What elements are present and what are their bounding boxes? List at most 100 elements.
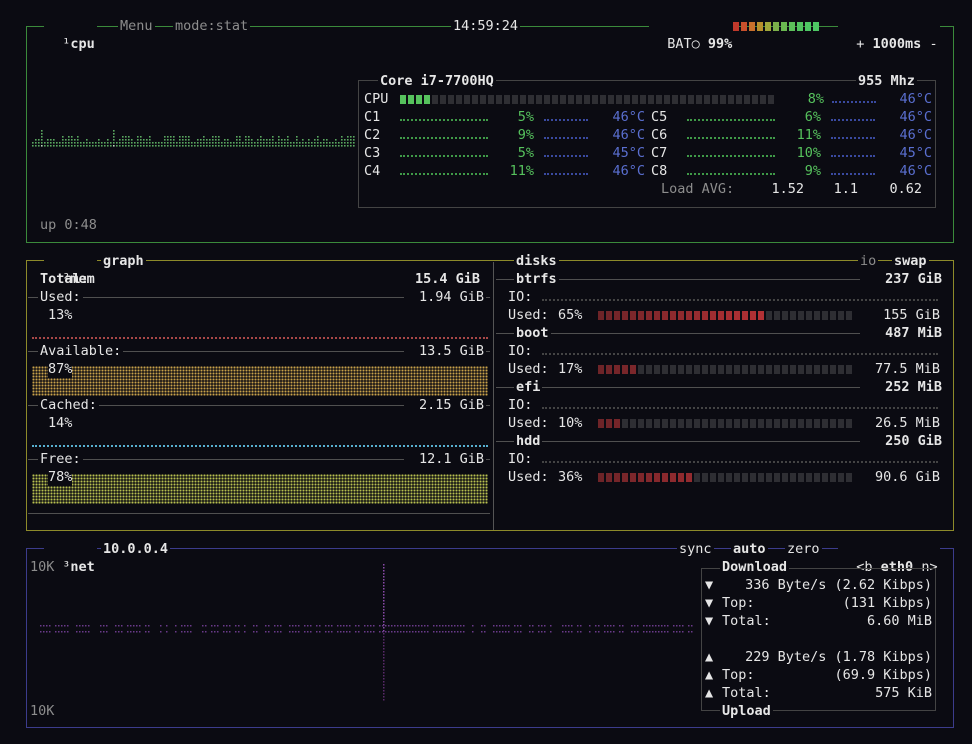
cpu-graph-dot bbox=[281, 139, 283, 141]
mem-cached-percent: 14% bbox=[48, 415, 73, 431]
cpu-graph-dot bbox=[260, 145, 262, 147]
cpu-graph-dot bbox=[194, 145, 196, 147]
meter-cell bbox=[678, 311, 684, 320]
cpu-graph-dot bbox=[41, 130, 43, 132]
cpu-graph-dot bbox=[353, 145, 355, 147]
net-graph-dot bbox=[274, 631, 276, 633]
net-graph-dot bbox=[337, 631, 339, 633]
cpu-graph-dot bbox=[113, 136, 115, 138]
load-avg-15: 0.62 bbox=[889, 181, 922, 197]
net-graph-dot bbox=[457, 631, 459, 633]
net-graph-dot bbox=[175, 631, 177, 633]
menu-button[interactable]: Menu bbox=[118, 17, 155, 35]
meter-cell bbox=[726, 365, 732, 374]
cpu-graph-dot bbox=[257, 145, 259, 147]
net-graph-dot bbox=[316, 631, 318, 633]
cpu-graph-dot bbox=[239, 139, 241, 141]
meter-cell bbox=[766, 311, 772, 320]
net-graph-dot bbox=[61, 631, 63, 633]
net-graph-dot bbox=[658, 631, 660, 633]
meter-cell bbox=[694, 419, 700, 428]
cpu-tab[interactable]: ¹cpu bbox=[44, 17, 97, 53]
meter-cell bbox=[822, 473, 828, 482]
net-graph-dot bbox=[415, 625, 417, 627]
cpu-graph-dot bbox=[185, 139, 187, 141]
net-graph-dot bbox=[130, 631, 132, 633]
cpu-total-percent: 8% bbox=[807, 91, 824, 107]
meter-cell bbox=[614, 365, 620, 374]
cpu-graph-dot bbox=[239, 145, 241, 147]
cpu-graph-dot bbox=[197, 142, 199, 144]
net-auto-button[interactable]: auto bbox=[731, 540, 768, 558]
net-graph-dot bbox=[76, 631, 78, 633]
net-graph-dot bbox=[676, 631, 678, 633]
io-toggle[interactable]: io bbox=[858, 252, 879, 270]
cpu-graph-dot bbox=[284, 139, 286, 141]
cpu-graph-dot bbox=[62, 136, 64, 138]
cpu-graph-dot bbox=[188, 142, 190, 144]
net-traffic-graph bbox=[40, 564, 693, 701]
net-graph-dot bbox=[319, 631, 321, 633]
net-graph-dot bbox=[505, 625, 507, 627]
cpu-graph-dot bbox=[317, 139, 319, 141]
net-graph-dot bbox=[652, 631, 654, 633]
net-ip-address: 10.0.0.4 bbox=[101, 540, 171, 558]
cpu-graph-dot bbox=[290, 142, 292, 144]
meter-cell bbox=[632, 95, 638, 104]
net-graph-dot bbox=[364, 625, 366, 627]
net-graph-dot bbox=[613, 625, 615, 627]
cpu-graph-dot bbox=[206, 142, 208, 144]
cpu-graph-dot bbox=[269, 142, 271, 144]
meter-cell bbox=[622, 311, 628, 320]
net-graph-dot bbox=[607, 631, 609, 633]
cpu-graph-dot bbox=[146, 145, 148, 147]
disk-used-meter bbox=[598, 365, 852, 374]
cpu-graph-dot bbox=[125, 142, 127, 144]
net-sync-button[interactable]: sync bbox=[677, 540, 714, 558]
mem-graph-toggle[interactable]: graph bbox=[101, 252, 146, 270]
cpu-graph-dot bbox=[173, 145, 175, 147]
net-graph-spike-dot bbox=[383, 603, 385, 605]
net-graph-dot bbox=[493, 631, 495, 633]
upload-top-label: Top: bbox=[722, 667, 755, 683]
mem-disks-divider bbox=[493, 262, 494, 530]
swap-toggle[interactable]: swap bbox=[892, 252, 929, 270]
cpu-graph-dot bbox=[179, 142, 181, 144]
meter-cell bbox=[774, 365, 780, 374]
net-graph-dot bbox=[304, 631, 306, 633]
cpu-graph-dot bbox=[296, 145, 298, 147]
meter-cell bbox=[662, 419, 668, 428]
download-arrow-icon: ▼ bbox=[705, 577, 714, 593]
cpu-graph-dot bbox=[83, 142, 85, 144]
net-graph-spike-dot bbox=[383, 660, 385, 662]
disk-used-meter bbox=[598, 473, 852, 482]
cpu-graph-dot bbox=[275, 145, 277, 147]
download-top-value: (131 Kibps) bbox=[842, 595, 932, 611]
meter-cell bbox=[694, 311, 700, 320]
cpu-graph-dot bbox=[287, 142, 289, 144]
cpu-graph-dot bbox=[128, 145, 130, 147]
interval-minus-button[interactable]: - bbox=[929, 36, 937, 52]
cpu-graph-dot bbox=[170, 142, 172, 144]
mode-stat-button[interactable]: mode:stat bbox=[173, 17, 251, 35]
meter-cell bbox=[782, 311, 788, 320]
meter-cell bbox=[782, 473, 788, 482]
net-graph-spike-dot bbox=[383, 654, 385, 656]
disks-tab[interactable]: disks bbox=[514, 252, 559, 270]
net-zero-button[interactable]: zero bbox=[785, 540, 822, 558]
meter-cell bbox=[622, 365, 628, 374]
clock: 14:59:24 bbox=[451, 17, 521, 35]
mem-free-percent: 78% bbox=[48, 468, 73, 486]
net-graph-dot bbox=[505, 631, 507, 633]
disk-name: hdd bbox=[514, 432, 543, 450]
cpu-graph-dot bbox=[125, 136, 127, 138]
net-graph-dot bbox=[472, 625, 474, 627]
net-graph-dot bbox=[67, 631, 69, 633]
meter-cell bbox=[822, 365, 828, 374]
interval-plus-button[interactable]: + bbox=[856, 36, 864, 52]
net-graph-dot bbox=[484, 631, 486, 633]
cpu-graph-dot bbox=[344, 142, 346, 144]
cpu-graph-dot bbox=[335, 142, 337, 144]
meter-cell bbox=[536, 95, 542, 104]
cpu-graph-dot bbox=[257, 139, 259, 141]
